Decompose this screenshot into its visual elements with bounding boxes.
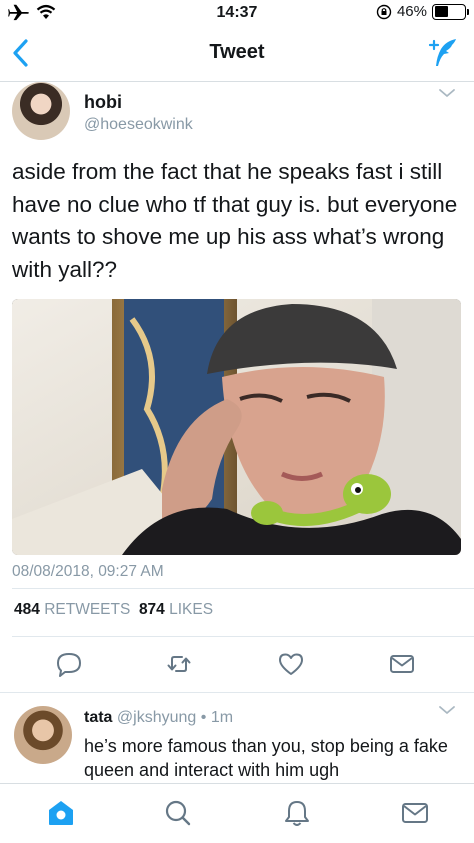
divider xyxy=(0,692,474,693)
retweets-count: 484 xyxy=(14,601,40,618)
avatar[interactable] xyxy=(12,82,70,140)
reply-avatar[interactable] xyxy=(14,706,72,764)
reply-author-name[interactable]: tata xyxy=(84,709,112,726)
reply-text: he’s more famous than you, stop being a … xyxy=(84,736,448,780)
page-title: Tweet xyxy=(209,41,265,63)
tab-search[interactable] xyxy=(163,798,193,828)
status-bar: 14:37 46% xyxy=(0,0,474,26)
like-button[interactable] xyxy=(277,650,305,678)
reply-time: 1m xyxy=(210,709,234,726)
retweet-icon xyxy=(167,656,191,672)
bottom-tab-bar xyxy=(0,783,474,843)
like-icon xyxy=(279,653,303,675)
reply-icon xyxy=(57,653,81,677)
retweets-label: RETWEETS xyxy=(44,601,131,618)
tweet-author-name[interactable]: hobi xyxy=(84,92,122,113)
compose-tweet-button[interactable] xyxy=(426,36,460,70)
tweet-stats: 484 RETWEETS 874 LIKES xyxy=(14,601,213,619)
photo-content xyxy=(12,299,461,555)
notifications-icon xyxy=(285,801,309,826)
tab-home[interactable] xyxy=(46,798,76,828)
divider xyxy=(12,588,474,589)
reply-author-handle[interactable]: @jkshyung xyxy=(117,709,196,726)
direct-message-icon xyxy=(390,655,414,673)
messages-icon xyxy=(402,803,428,823)
nav-bar: Tweet xyxy=(0,26,474,82)
reply-separator: • xyxy=(200,709,207,726)
tab-notifications[interactable] xyxy=(282,798,312,828)
battery-icon xyxy=(432,3,469,20)
orientation-lock-icon xyxy=(376,4,392,19)
tab-messages[interactable] xyxy=(400,798,430,828)
chevron-down-icon xyxy=(439,706,455,714)
retweets-stat[interactable]: 484 RETWEETS xyxy=(14,601,130,618)
search-icon xyxy=(165,800,191,826)
reply-header: tata @jkshyung • 1m xyxy=(84,709,233,727)
tweet-options-button[interactable] xyxy=(438,86,456,104)
divider xyxy=(12,636,474,637)
retweet-button[interactable] xyxy=(165,650,193,678)
likes-label: LIKES xyxy=(169,601,214,618)
battery-level xyxy=(434,6,448,17)
reply-options-button[interactable] xyxy=(438,703,456,721)
battery-percent: 46% xyxy=(396,3,427,20)
tweet-photo[interactable] xyxy=(12,299,461,555)
reply-button[interactable] xyxy=(55,650,83,678)
tweet-timestamp: 08/08/2018, 09:27 AM xyxy=(12,563,164,580)
tweet-author-handle[interactable]: @hoeseokwink xyxy=(84,116,193,134)
chevron-down-icon xyxy=(439,89,455,97)
compose-tweet-icon xyxy=(428,39,456,66)
likes-count: 874 xyxy=(138,601,165,618)
tweet-actions xyxy=(0,650,474,682)
direct-message-button[interactable] xyxy=(388,650,416,678)
tweet-text: aside from the fact that he speaks fast … xyxy=(12,159,458,282)
likes-stat[interactable]: 874 LIKES xyxy=(139,601,213,618)
home-icon xyxy=(49,801,73,825)
